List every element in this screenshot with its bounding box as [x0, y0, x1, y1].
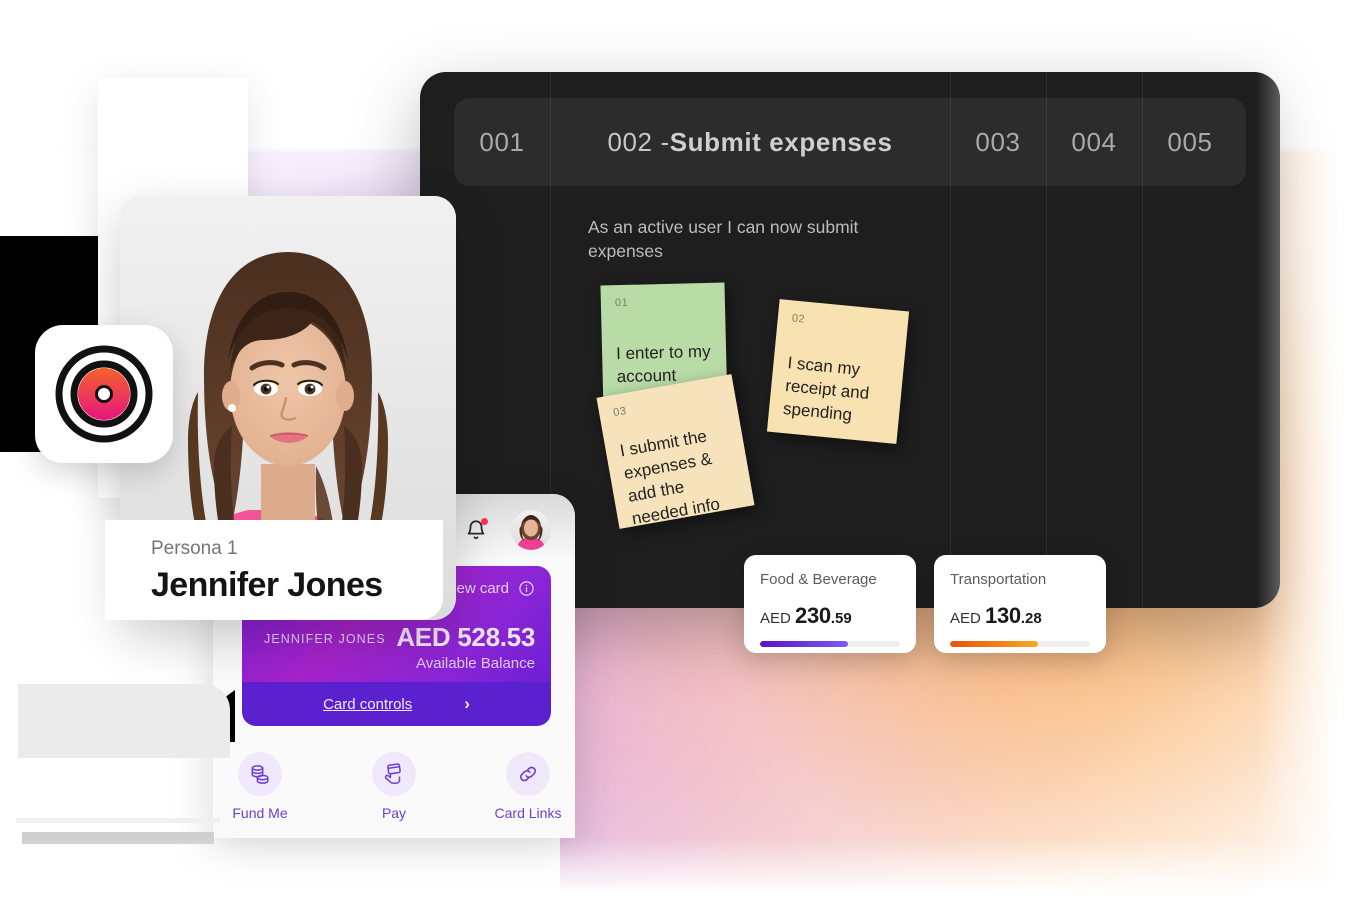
coins-icon [238, 752, 282, 796]
expense-card-food-beverage[interactable]: Food & Beverage AED 230.59 [744, 555, 916, 653]
brand-logo-tile[interactable] [35, 325, 173, 463]
sticky-note-01-number: 01 [614, 296, 629, 310]
expense-progress-track [950, 641, 1090, 647]
card-balance-block: AED 528.53 Available Balance [396, 622, 535, 672]
sticky-note-02-number: 02 [791, 312, 806, 326]
quick-action-pay[interactable]: Pay [355, 752, 433, 821]
decorative-grey-panel [18, 684, 230, 758]
expense-progress-track [760, 641, 900, 647]
quick-action-card-links[interactable]: Card Links [489, 752, 567, 821]
sticky-note-03[interactable]: 03 I submit the expenses & add the neede… [596, 374, 755, 529]
persona-kicker: Persona 1 [151, 538, 238, 559]
expense-progress-fill [950, 641, 1039, 647]
tab-003[interactable]: 003 [950, 98, 1046, 186]
card-controls-link[interactable]: Card controls [323, 696, 412, 713]
bullseye-target-logo [55, 345, 153, 443]
tab-001[interactable]: 001 [454, 98, 550, 186]
expense-currency: AED [760, 610, 791, 627]
decorative-grey-strip-thin [16, 818, 220, 823]
expense-card-transportation[interactable]: Transportation AED 130.28 [934, 555, 1106, 653]
tab-004[interactable]: 004 [1046, 98, 1142, 186]
board-tabbar: 001 002 - Submit expenses 003 004 005 [454, 98, 1246, 186]
decorative-grey-strip [22, 832, 214, 844]
quick-action-label: Fund Me [232, 805, 288, 821]
expense-card-amount: AED 230.59 [760, 603, 900, 629]
expense-card-title: Transportation [950, 571, 1047, 588]
card-balance-label: Available Balance [416, 655, 535, 672]
sticky-note-03-text: I submit the expenses & add the needed i… [618, 426, 722, 529]
expense-amount-major: 230 [795, 603, 831, 628]
expense-card-title: Food & Beverage [760, 571, 877, 588]
background-bottom-fade [0, 838, 1366, 918]
expense-currency: AED [950, 610, 981, 627]
persona-label-plate: Persona 1 Jennifer Jones [105, 520, 443, 620]
notification-badge [481, 518, 488, 525]
chevron-right-icon: › [464, 694, 470, 713]
board-subtitle: As an active user I can now submit expen… [588, 217, 859, 261]
quick-action-label: Card Links [494, 805, 562, 821]
expense-card-amount: AED 130.28 [950, 603, 1090, 629]
expense-amount-minor: .59 [830, 610, 852, 627]
persona-name: Jennifer Jones [151, 566, 383, 604]
expense-amount-minor: .28 [1020, 610, 1042, 627]
tab-002-submit-expenses[interactable]: 002 - Submit expenses [550, 98, 950, 186]
tab-005[interactable]: 005 [1142, 98, 1238, 186]
quick-action-label: Pay [381, 805, 407, 821]
quick-action-fund-me[interactable]: Fund Me [221, 752, 299, 821]
hand-card-icon [372, 752, 416, 796]
screenshot-stage: 001 002 - Submit expenses 003 004 005 As… [0, 0, 1366, 918]
card-balance-amount: AED 528.53 [396, 622, 535, 652]
sticky-note-02-text: I scan my receipt and spending [782, 353, 871, 425]
expense-progress-fill [760, 641, 849, 647]
tab-002-number: 002 - [607, 126, 670, 157]
card-controls-bar[interactable]: Card controls › [242, 682, 551, 726]
tab-002-title: Submit expenses [669, 126, 893, 157]
info-icon [519, 581, 534, 596]
sticky-note-02[interactable]: 02 I scan my receipt and spending [766, 299, 910, 444]
link-icon [506, 752, 550, 796]
notification-bell-icon[interactable] [463, 517, 489, 543]
quick-actions: Fund Me Pay Card Links [213, 752, 575, 821]
avatar[interactable] [511, 510, 551, 550]
sticky-note-03-number: 03 [612, 404, 628, 420]
expense-amount-major: 130 [985, 603, 1021, 628]
cardholder-name: JENNIFER JONES [264, 632, 386, 646]
